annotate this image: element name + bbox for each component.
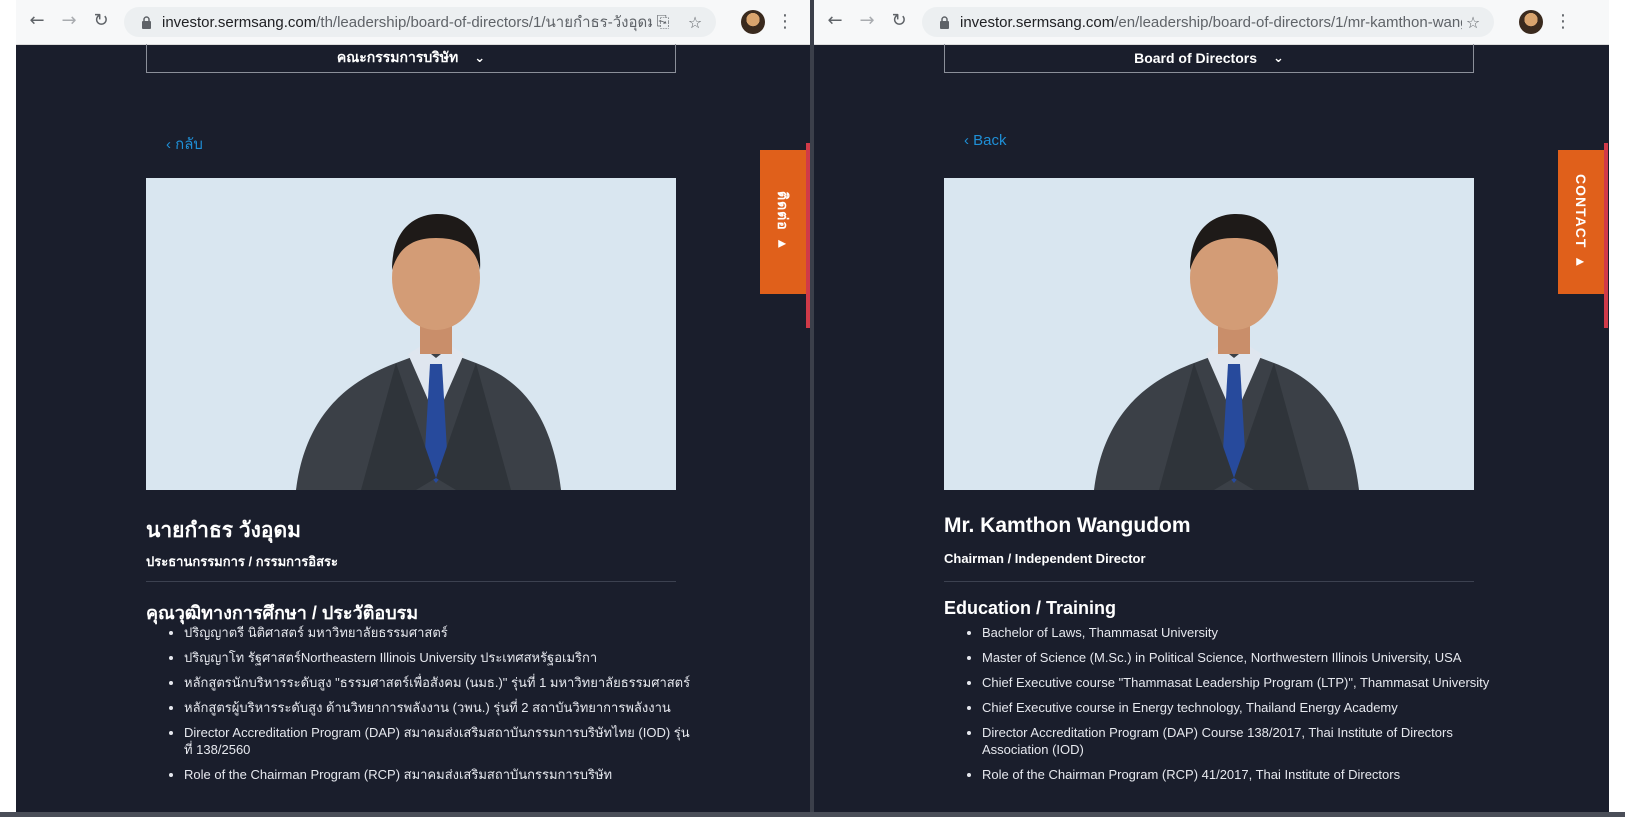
contact-tab-label: CONTACT ▸ [1573,173,1589,271]
list-item: ปริญญาโท รัฐศาสตร์Northeastern Illinois … [184,649,692,666]
back-arrow-icon[interactable]: ← [824,10,846,32]
lock-icon [936,15,952,29]
reload-icon[interactable]: ↻ [888,10,910,32]
back-link[interactable]: ‹ Back [964,132,1007,149]
list-item: Master of Science (M.Sc.) in Political S… [982,649,1490,666]
person-name: นายกำธร วังอุดม [146,519,302,542]
contact-tab-label: ติดต่อ ▸ [775,191,791,253]
lock-icon [138,15,154,29]
person-name: Mr. Kamthon Wangudom [944,514,1191,537]
chevron-down-icon: ⌄ [1273,50,1284,66]
person-title: Chairman / Independent Director [944,551,1146,566]
forward-arrow-icon[interactable]: → [58,10,80,32]
dropdown-label: Board of Directors [1134,50,1257,66]
contact-tab[interactable]: ติดต่อ ▸ [760,150,806,294]
list-item: Role of the Chairman Program (RCP) 41/20… [982,766,1490,783]
section-heading: Education / Training [944,598,1117,618]
section-heading: คุณวุฒิทางการศึกษา / ประวัติอบรม [146,603,419,623]
star-icon[interactable]: ☆ [1462,13,1484,32]
person-title: ประธานกรรมการ / กรรมการอิสระ [146,554,338,569]
browser-toolbar: ← → ↻ investor.sermsang.com/en/leadershi… [814,0,1609,45]
browser-toolbar: ← → ↻ investor.sermsang.com/th/leadershi… [16,0,810,45]
list-item: Bachelor of Laws, Thammasat University [982,624,1490,641]
divider [944,581,1474,582]
list-item: หลักสูตรผู้บริหารระดับสูง ด้านวิทยาการพล… [184,699,692,716]
url-text: investor.sermsang.com/th/leadership/boar… [162,14,652,31]
list-item: Director Accreditation Program (DAP) Cou… [982,724,1490,758]
contact-tab[interactable]: CONTACT ▸ [1558,150,1604,294]
browser-window-english: ← → ↻ investor.sermsang.com/en/leadershi… [814,0,1609,817]
list-item: Director Accreditation Program (DAP) สมา… [184,724,692,758]
star-icon[interactable]: ☆ [684,13,706,32]
bottom-edge [0,812,1625,817]
education-list: ปริญญาตรี นิติศาสตร์ มหาวิทยาลัยธรรมศาสต… [164,624,692,791]
forward-arrow-icon[interactable]: → [856,10,878,32]
reload-icon[interactable]: ↻ [90,10,112,32]
address-bar[interactable]: investor.sermsang.com/en/leadership/boar… [922,7,1494,37]
chevron-down-icon: ⌄ [474,50,486,66]
list-item: Role of the Chairman Program (RCP) สมาคม… [184,766,692,783]
list-item: ปริญญาตรี นิติศาสตร์ มหาวิทยาลัยธรรมศาสต… [184,624,692,641]
browser-window-thai: ← → ↻ investor.sermsang.com/th/leadershi… [16,0,810,817]
more-vert-icon[interactable]: ⋮ [1554,10,1572,34]
address-bar[interactable]: investor.sermsang.com/th/leadership/boar… [124,7,716,37]
list-item: Chief Executive course in Energy technol… [982,699,1490,716]
director-photo [146,178,676,490]
section-dropdown[interactable]: Board of Directors ⌄ [944,44,1474,73]
avatar[interactable] [1519,10,1543,34]
back-link[interactable]: ‹ กลับ [166,132,203,156]
divider [146,581,676,582]
dropdown-label: คณะกรรมการบริษัท [336,49,459,65]
list-item: Chief Executive course "Thammasat Leader… [982,674,1490,691]
contact-tab-edge [1604,143,1608,328]
list-item: หลักสูตรนักบริหารระดับสูง "ธรรมศาสตร์เพื… [184,674,692,691]
avatar[interactable] [741,10,765,34]
director-photo [944,178,1474,490]
more-vert-icon[interactable]: ⋮ [776,10,794,34]
back-arrow-icon[interactable]: ← [26,10,48,32]
translate-icon[interactable]: ⎘ [652,12,674,32]
url-text: investor.sermsang.com/en/leadership/boar… [960,13,1462,31]
section-dropdown[interactable]: คณะกรรมการบริษัท ⌄ [146,44,676,73]
education-list: Bachelor of Laws, Thammasat University M… [962,624,1490,791]
